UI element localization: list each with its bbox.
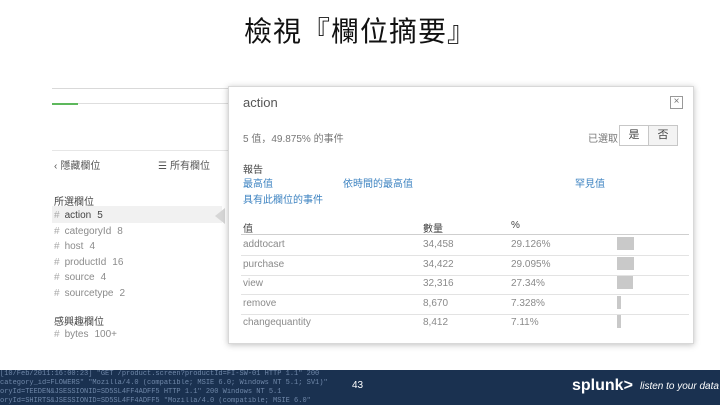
hash-icon: # <box>54 225 60 237</box>
hash-icon: # <box>54 272 60 283</box>
field-name: source <box>64 272 95 283</box>
row-percent-bar <box>617 257 634 270</box>
row-percent-bar <box>617 276 633 289</box>
row-percent: 27.34% <box>511 278 545 289</box>
selected-fields-list: # action 5 # categoryId 8 # host 4 # productId 1… <box>54 208 125 301</box>
field-item-source[interactable]: # source 4 <box>54 270 125 286</box>
row-count: 32,316 <box>423 278 454 289</box>
toggle-yes-button[interactable]: 是 <box>619 125 649 146</box>
table-header-rule <box>241 234 689 235</box>
selected-toggle-label: 已選取 <box>588 134 618 145</box>
hash-icon: # <box>54 329 60 340</box>
row-percent: 29.126% <box>511 239 551 250</box>
row-percent-bar <box>617 315 621 328</box>
field-count: 16 <box>112 256 124 268</box>
row-percent: 7.11% <box>511 317 539 328</box>
hide-fields-link[interactable]: ‹ 隱藏欄位 <box>54 157 100 172</box>
close-icon: × <box>673 96 680 107</box>
timeline-green-bar <box>52 103 78 105</box>
close-button[interactable]: × <box>670 96 683 109</box>
top-values-by-time-link[interactable]: 依時間的最高值 <box>343 175 413 190</box>
interesting-fields-header: 感興趣欄位 <box>54 317 104 328</box>
field-summary-popup: action × 5 值，49.875% 的事件 已選取 是 否 報告 最高值 … <box>228 86 694 344</box>
footer-log-text: [10/Feb/2011:16:00:23] "GET /product.scr… <box>0 370 410 405</box>
column-header-value: 值 <box>243 224 253 235</box>
chevron-left-icon: ‹ <box>54 161 58 172</box>
field-count: 4 <box>100 272 107 283</box>
screenshot-rule <box>52 88 232 89</box>
field-item-action[interactable]: # action 5 <box>54 208 125 224</box>
hide-fields-label: 隱藏欄位 <box>60 161 101 172</box>
all-fields-label: 所有欄位 <box>169 161 210 172</box>
selected-toggle: 是 否 <box>619 125 678 146</box>
toggle-no-button[interactable]: 否 <box>649 125 678 146</box>
field-count: 8 <box>117 225 123 237</box>
popup-summary: 5 值，49.875% 的事件 <box>243 134 344 145</box>
row-percent: 7.328% <box>511 298 545 309</box>
field-name: sourcetype <box>64 287 114 299</box>
row-divider <box>241 255 689 256</box>
field-count: 100+ <box>94 329 117 340</box>
slide-title: 檢視『欄位摘要』 <box>243 15 476 48</box>
splunk-logo: splunk> <box>572 377 633 394</box>
row-count: 34,422 <box>423 259 454 270</box>
row-value: purchase <box>243 259 285 270</box>
field-item-host[interactable]: # host 4 <box>54 239 125 255</box>
all-fields-link[interactable]: ☰ 所有欄位 <box>158 157 210 172</box>
row-count: 8,412 <box>423 317 449 328</box>
selected-field-pointer <box>215 208 225 224</box>
field-name: productId <box>64 256 107 268</box>
row-divider <box>241 294 689 295</box>
field-name: categoryId <box>64 225 112 237</box>
field-item-categoryid[interactable]: # categoryId 8 <box>54 224 125 240</box>
row-value: view <box>243 278 264 289</box>
sidebar-divider <box>52 150 232 151</box>
log-line: oryId=TEEDEN&JSESSIONID=SD5SL4FF4ADFF5 H… <box>0 388 282 396</box>
row-value: changequantity <box>243 317 311 328</box>
field-item-bytes[interactable]: # bytes 100+ <box>54 329 117 340</box>
log-line: category_id=FLOWERS" "Mozilla/4.0 (compa… <box>0 379 328 387</box>
popup-field-title: action <box>243 95 278 110</box>
row-divider <box>241 314 689 315</box>
hash-icon: # <box>54 287 60 299</box>
hash-icon: # <box>54 210 60 221</box>
hash-icon: # <box>54 256 60 268</box>
field-count: 2 <box>119 287 126 299</box>
list-icon: ☰ <box>158 161 167 172</box>
row-value: remove <box>243 298 277 309</box>
tagline: listen to your data <box>640 381 719 392</box>
field-count: 4 <box>89 241 96 252</box>
top-values-link[interactable]: 最高值 <box>243 175 273 190</box>
field-count: 5 <box>97 210 103 221</box>
column-header-percent: % <box>511 220 520 231</box>
field-name: bytes <box>64 329 89 340</box>
row-value: addtocart <box>243 239 285 250</box>
row-count: 8,670 <box>423 298 449 309</box>
table-row[interactable]: changequantity 8,412 7.11% <box>229 315 693 336</box>
row-percent-bar <box>617 237 634 250</box>
hash-icon: # <box>54 241 60 252</box>
field-name: action <box>64 210 92 221</box>
field-name: host <box>64 241 84 252</box>
timeline-axis <box>78 103 228 104</box>
field-item-productid[interactable]: # productId 16 <box>54 255 125 271</box>
row-count: 34,458 <box>423 239 454 250</box>
page-number: 43 <box>352 380 364 391</box>
row-percent: 29.095% <box>511 259 551 270</box>
row-percent-bar <box>617 296 621 309</box>
reports-header: 報告 <box>243 165 263 176</box>
rare-values-link[interactable]: 罕見值 <box>575 175 605 190</box>
log-line: [10/Feb/2011:16:00:23] "GET /product.scr… <box>0 370 320 378</box>
field-item-sourcetype[interactable]: # sourcetype 2 <box>54 286 125 302</box>
events-with-field-link[interactable]: 具有此欄位的事件 <box>243 191 323 206</box>
column-header-count: 數量 <box>423 224 443 235</box>
log-line: oryId=SHIRTS&JSESSIONID=SD5SL4FF4ADFF5 "… <box>0 397 311 405</box>
